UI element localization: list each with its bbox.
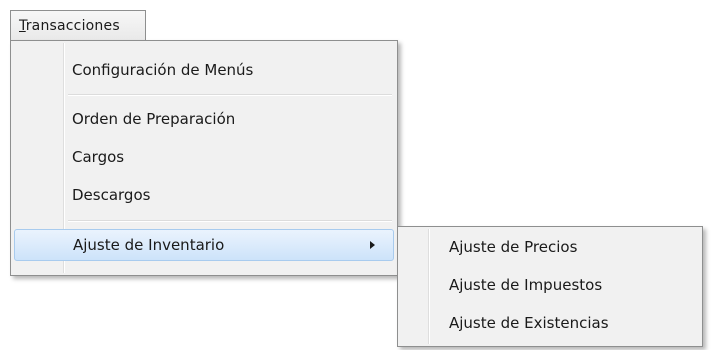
menu-separator: [68, 220, 392, 222]
menu-item-label: Ajuste de Inventario: [73, 236, 225, 254]
menubar-item-mnemonic: T: [19, 18, 26, 34]
menu-item-ajuste-de-inventario[interactable]: Ajuste de Inventario: [14, 229, 394, 261]
menu-separator: [68, 94, 392, 96]
transacciones-dropdown-menu: Configuración de Menús Orden de Preparac…: [10, 40, 398, 276]
chevron-right-icon: [370, 241, 375, 249]
menu-item-label: Descargos: [72, 186, 151, 204]
submenu-item-label: Ajuste de Precios: [449, 238, 578, 256]
submenu-item-ajuste-de-precios[interactable]: Ajuste de Precios: [401, 231, 699, 263]
ajuste-de-inventario-submenu: Ajuste de Precios Ajuste de Impuestos Aj…: [397, 226, 703, 347]
submenu-item-label: Ajuste de Existencias: [449, 314, 609, 332]
menu-item-cargos[interactable]: Cargos: [14, 141, 394, 173]
submenu-item-ajuste-de-existencias[interactable]: Ajuste de Existencias: [401, 307, 699, 339]
menu-item-orden-de-preparacion[interactable]: Orden de Preparación: [14, 103, 394, 135]
submenu-item-label: Ajuste de Impuestos: [449, 276, 603, 294]
menu-item-label: Cargos: [72, 148, 125, 166]
menu-item-configuracion-de-menus[interactable]: Configuración de Menús: [14, 54, 394, 86]
submenu-item-ajuste-de-impuestos[interactable]: Ajuste de Impuestos: [401, 269, 699, 301]
menu-item-label: Configuración de Menús: [72, 61, 254, 79]
menu-item-descargos[interactable]: Descargos: [14, 179, 394, 211]
menubar-item-transacciones[interactable]: Transacciones: [10, 10, 146, 40]
menubar-item-label: ransacciones: [25, 18, 120, 34]
menu-item-label: Orden de Preparación: [72, 110, 236, 128]
